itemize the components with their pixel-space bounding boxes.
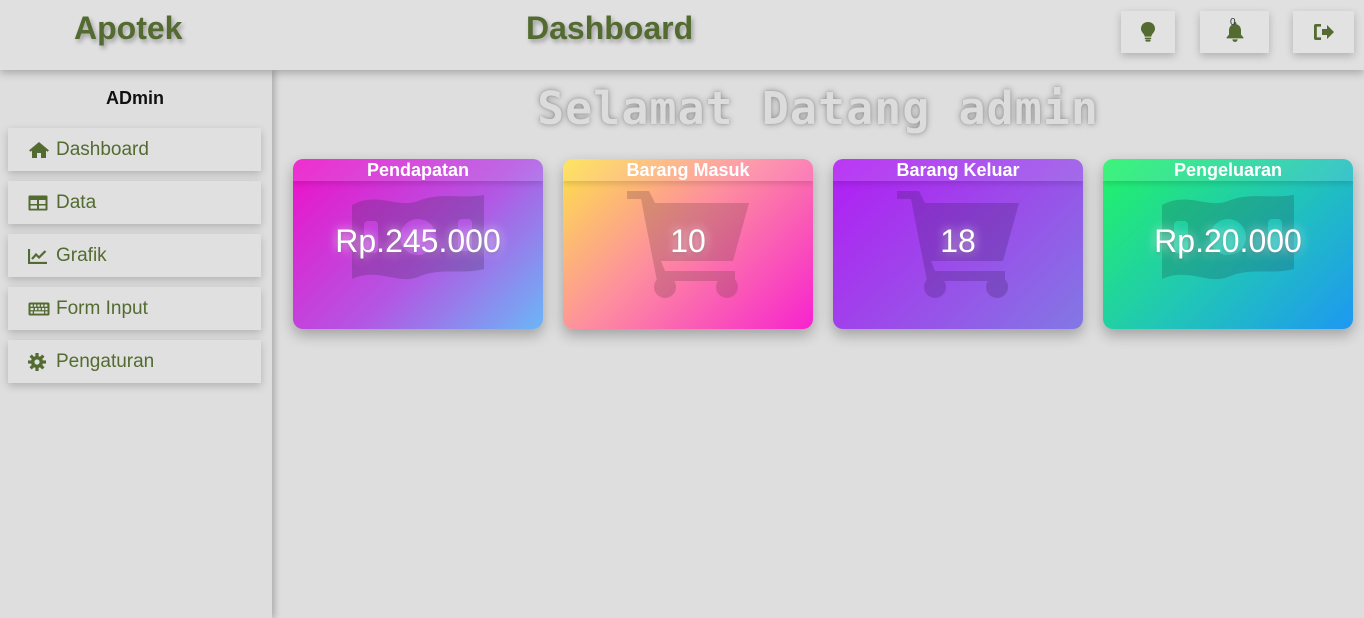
card-barang-masuk[interactable]: Barang Masuk 10: [563, 159, 813, 329]
gear-icon: [28, 352, 50, 372]
table-icon: [28, 193, 50, 213]
notification-button[interactable]: 0: [1200, 11, 1269, 53]
top-bar: Apotek Dashboard 0: [0, 0, 1364, 70]
welcome-heading: Selamat Datang admin: [537, 82, 1099, 135]
card-title: Pengeluaran: [1103, 159, 1353, 181]
sidebar-item-label: Dashboard: [56, 138, 149, 160]
notification-count-badge: 0: [1230, 17, 1236, 28]
line-chart-icon: [28, 246, 50, 266]
user-name: ADmin: [106, 88, 164, 108]
card-value: 18: [940, 223, 976, 259]
home-icon: [28, 140, 50, 160]
card-pendapatan[interactable]: Pendapatan Rp.245.000: [293, 159, 543, 329]
card-pengeluaran[interactable]: Pengeluaran Rp.20.000: [1103, 159, 1353, 329]
lightbulb-icon: [1141, 22, 1155, 42]
sidebar-item-label: Form Input: [56, 297, 148, 319]
card-value: 10: [670, 223, 706, 259]
page-title: Dashboard: [526, 10, 694, 46]
logout-icon: [1313, 23, 1335, 41]
card-barang-keluar[interactable]: Barang Keluar 18: [833, 159, 1083, 329]
sidebar-item-label: Data: [56, 191, 97, 213]
sidebar-item-form-input[interactable]: Form Input: [8, 287, 261, 330]
sidebar-item-pengaturan[interactable]: Pengaturan: [8, 340, 261, 383]
logout-button[interactable]: [1293, 11, 1354, 53]
keyboard-icon: [28, 299, 50, 319]
sidebar-item-dashboard[interactable]: Dashboard: [8, 128, 261, 171]
app-title: Apotek: [74, 10, 183, 46]
sidebar-item-label: Grafik: [56, 244, 107, 266]
card-title: Barang Masuk: [563, 159, 813, 181]
card-value: Rp.245.000: [335, 223, 501, 259]
card-title: Pendapatan: [293, 159, 543, 181]
idea-button[interactable]: [1121, 11, 1175, 53]
card-value: Rp.20.000: [1154, 223, 1302, 259]
sidebar-item-label: Pengaturan: [56, 350, 155, 372]
card-title: Barang Keluar: [833, 159, 1083, 181]
sidebar-item-data[interactable]: Data: [8, 181, 261, 224]
sidebar-item-grafik[interactable]: Grafik: [8, 234, 261, 277]
sidebar: ADmin Dashboard Data Grafik Form Input P…: [0, 70, 272, 618]
